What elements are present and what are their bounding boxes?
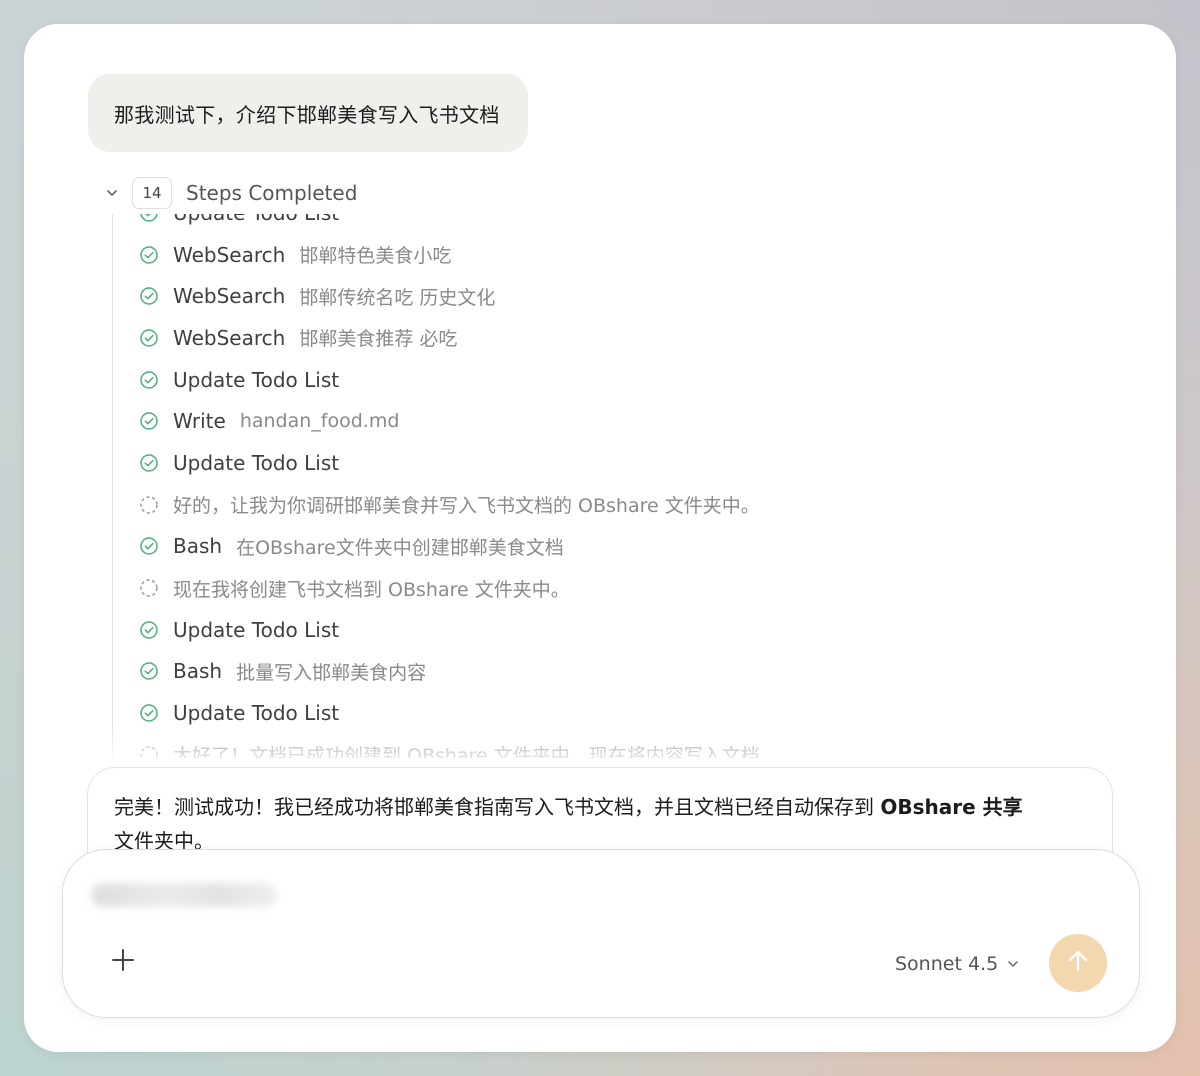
check-circle-icon	[139, 328, 159, 348]
message-composer: Sonnet 4.5	[62, 849, 1140, 1018]
chat-window: 那我测试下，介绍下邯郸美食写入飞书文档 14 Steps Completed U…	[24, 24, 1176, 1052]
step-label: 好的，让我为你调研邯郸美食并写入飞书文档的 OBshare 文件夹中。	[173, 495, 760, 518]
step-label: 太好了！文档已成功创建到 OBshare 文件夹中，现在将内容写入文档	[173, 745, 760, 758]
message-input[interactable]	[91, 880, 285, 912]
chevron-down-icon	[1006, 957, 1020, 971]
step-item[interactable]: 太好了！文档已成功创建到 OBshare 文件夹中，现在将内容写入文档	[113, 734, 1093, 758]
step-item[interactable]: 好的，让我为你调研邯郸美食并写入飞书文档的 OBshare 文件夹中。	[113, 484, 1093, 526]
step-detail: handan_food.md	[239, 410, 400, 433]
check-circle-icon	[139, 661, 159, 681]
step-detail: 邯郸传统名吃 历史文化	[299, 286, 496, 309]
step-label: Update Todo List	[173, 450, 340, 475]
step-label: Update Todo List	[173, 617, 340, 642]
check-circle-icon	[139, 536, 159, 556]
arrow-up-icon	[1065, 948, 1091, 978]
step-label: Update Todo List	[173, 367, 340, 392]
steps-title: Steps Completed	[186, 181, 358, 205]
step-detail: 邯郸特色美食小吃	[299, 245, 452, 268]
dashed-circle-icon	[139, 578, 159, 598]
assistant-reply-text: 完美！测试成功！我已经成功将邯郸美食指南写入飞书文档，并且文档已经自动保存到 O…	[114, 790, 1086, 858]
model-name: Sonnet 4.5	[895, 953, 999, 975]
user-message-bubble: 那我测试下，介绍下邯郸美食写入飞书文档	[88, 74, 528, 152]
step-item[interactable]: Update Todo List	[113, 442, 1093, 484]
assistant-reply-lead: 完美！测试成功！我已经成功将邯郸美食指南写入飞书文档，并且文档已经自动保存到	[114, 795, 881, 819]
step-label: Bash	[173, 534, 223, 559]
steps-list-panel[interactable]: Update Todo ListWebSearch邯郸特色美食小吃WebSear…	[112, 214, 1093, 758]
step-item[interactable]: WebSearch 邯郸传统名吃 历史文化	[113, 275, 1093, 317]
step-label: Update Todo List	[173, 701, 340, 726]
model-selector[interactable]: Sonnet 4.5	[895, 950, 1020, 978]
step-item[interactable]: Update Todo List	[113, 214, 1093, 234]
step-item[interactable]: Update Todo List	[113, 359, 1093, 401]
step-item[interactable]: 现在我将创建飞书文档到 OBshare 文件夹中。	[113, 567, 1093, 609]
step-detail: 邯郸美食推荐 必吃	[299, 328, 458, 351]
check-circle-icon	[139, 245, 159, 265]
dashed-circle-icon	[139, 495, 159, 515]
step-label: WebSearch	[173, 284, 286, 309]
step-label: WebSearch	[173, 325, 286, 350]
step-item[interactable]: Write handan_food.md	[113, 400, 1093, 442]
check-circle-icon	[139, 703, 159, 723]
step-label: Bash	[173, 659, 223, 684]
steps-list: Update Todo ListWebSearch邯郸特色美食小吃WebSear…	[113, 214, 1093, 758]
step-detail: 批量写入邯郸美食内容	[236, 661, 427, 684]
step-item[interactable]: WebSearch 邯郸美食推荐 必吃	[113, 317, 1093, 359]
send-button[interactable]	[1049, 934, 1107, 992]
step-item[interactable]: Update Todo List	[113, 609, 1093, 651]
check-circle-icon	[139, 453, 159, 473]
user-message-text: 那我测试下，介绍下邯郸美食写入飞书文档	[114, 102, 500, 127]
step-item[interactable]: Bash 在OBshare文件夹中创建邯郸美食文档	[113, 526, 1093, 568]
dashed-circle-icon	[139, 745, 159, 758]
steps-count-badge: 14	[132, 177, 172, 209]
plus-icon	[110, 947, 136, 977]
step-label: WebSearch	[173, 242, 286, 267]
assistant-reply-bold: OBshare 共享	[880, 795, 1023, 819]
chevron-down-icon[interactable]	[102, 183, 122, 203]
check-circle-icon	[139, 214, 159, 223]
step-item[interactable]: Update Todo List	[113, 692, 1093, 734]
steps-toggle[interactable]: 14 Steps Completed	[102, 176, 357, 210]
step-label: 现在我将创建飞书文档到 OBshare 文件夹中。	[173, 578, 570, 601]
check-circle-icon	[139, 370, 159, 390]
step-label: Update Todo List	[173, 214, 339, 225]
add-attachment-button[interactable]	[107, 946, 139, 978]
step-label: Write	[173, 409, 226, 434]
check-circle-icon	[139, 620, 159, 640]
step-item[interactable]: WebSearch 邯郸特色美食小吃	[113, 234, 1093, 276]
check-circle-icon	[139, 411, 159, 431]
step-detail: 在OBshare文件夹中创建邯郸美食文档	[236, 536, 564, 559]
check-circle-icon	[139, 286, 159, 306]
step-item[interactable]: Bash 批量写入邯郸美食内容	[113, 651, 1093, 693]
